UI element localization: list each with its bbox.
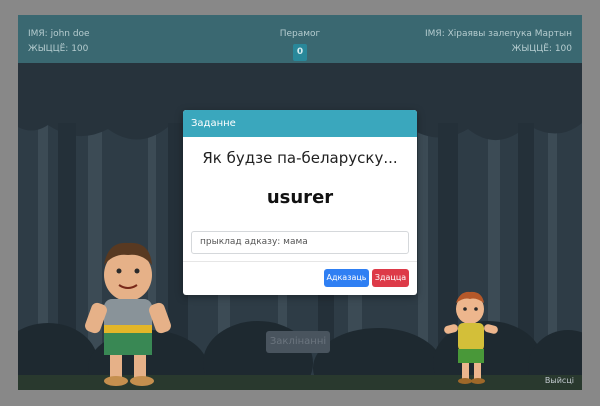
give-up-button[interactable]: Здацца [372,269,409,287]
modal-word: usurer [266,187,334,208]
answer-input[interactable]: прыклад адказу: мама [191,231,409,254]
task-modal: Заданне Як будзе па-беларуску... usurer … [183,110,417,295]
answer-button[interactable]: Адказаць [324,269,369,287]
modal-question: Як будзе па-беларуску... [202,149,398,167]
modal-title: Заданне [183,110,417,137]
modal-divider [183,261,417,262]
